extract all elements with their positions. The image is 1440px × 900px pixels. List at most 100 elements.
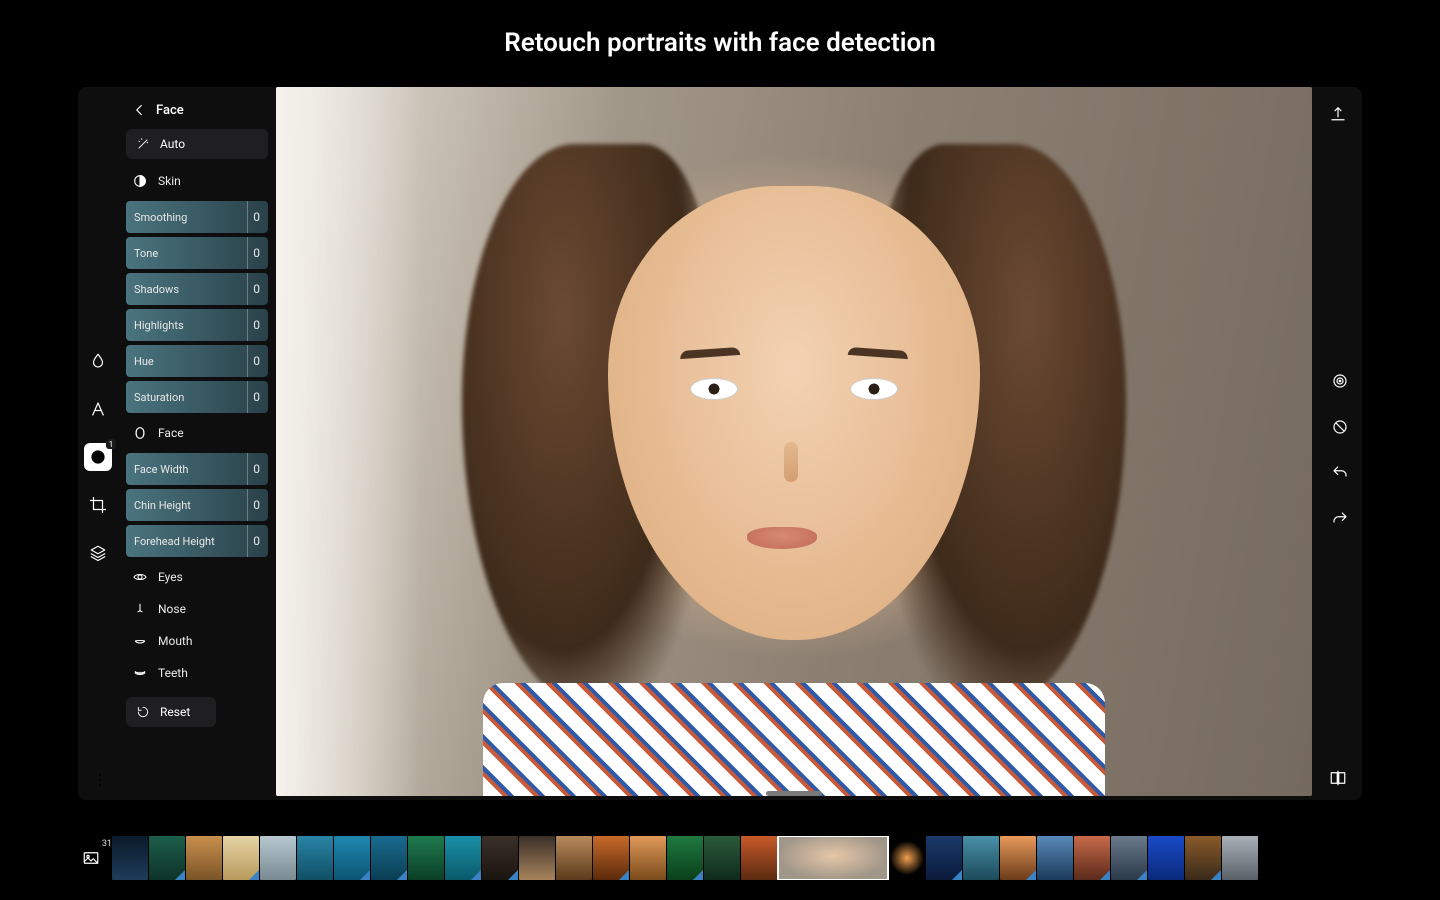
edited-indicator-icon bbox=[397, 870, 407, 880]
compare-icon bbox=[1329, 769, 1347, 787]
thumbnail[interactable] bbox=[667, 836, 703, 880]
section-mouth[interactable]: Mouth bbox=[126, 625, 268, 657]
tool-target[interactable] bbox=[1328, 369, 1352, 393]
slider-label: Chin Height bbox=[134, 499, 191, 512]
thumbnail[interactable] bbox=[482, 836, 518, 880]
filmstrip: 31 bbox=[78, 834, 1362, 882]
slider-value: 0 bbox=[253, 534, 260, 548]
left-tool-rail: 1 bbox=[78, 347, 118, 567]
edited-indicator-icon bbox=[175, 870, 185, 880]
thumbnail[interactable] bbox=[778, 836, 888, 880]
skin-slider-smoothing[interactable]: Smoothing0 bbox=[126, 201, 268, 233]
thumbnail[interactable] bbox=[926, 836, 962, 880]
skin-slider-shadows[interactable]: Shadows0 bbox=[126, 273, 268, 305]
reset-button[interactable]: Reset bbox=[126, 697, 216, 727]
image-icon bbox=[82, 849, 100, 867]
edited-indicator-icon bbox=[360, 870, 370, 880]
thumbnail[interactable] bbox=[593, 836, 629, 880]
section-face-label: Face bbox=[158, 426, 184, 440]
slider-value: 0 bbox=[253, 390, 260, 404]
skin-slider-tone[interactable]: Tone0 bbox=[126, 237, 268, 269]
thumbnail[interactable] bbox=[519, 836, 555, 880]
face-slider-face-width[interactable]: Face Width0 bbox=[126, 453, 268, 485]
auto-button[interactable]: Auto bbox=[126, 129, 268, 159]
thumbnail[interactable] bbox=[297, 836, 333, 880]
face-slider-forehead-height[interactable]: Forehead Height0 bbox=[126, 525, 268, 557]
section-face[interactable]: Face bbox=[126, 417, 268, 449]
thumbnail[interactable] bbox=[112, 836, 148, 880]
thumbnail[interactable] bbox=[1185, 836, 1221, 880]
library-button[interactable]: 31 bbox=[78, 845, 104, 871]
auto-label: Auto bbox=[160, 137, 185, 151]
thumbnail[interactable] bbox=[556, 836, 592, 880]
teeth-icon bbox=[132, 665, 148, 681]
export-button[interactable] bbox=[1326, 101, 1350, 125]
edited-indicator-icon bbox=[952, 870, 962, 880]
tool-heal[interactable] bbox=[1328, 415, 1352, 439]
thumbnail[interactable] bbox=[371, 836, 407, 880]
right-tool-rail bbox=[1320, 369, 1360, 531]
skin-slider-hue[interactable]: Hue0 bbox=[126, 345, 268, 377]
thumbnail[interactable] bbox=[408, 836, 444, 880]
thumbnail[interactable] bbox=[1074, 836, 1110, 880]
thumbnail[interactable] bbox=[741, 836, 777, 880]
canvas-resize-handle[interactable] bbox=[766, 791, 822, 796]
import-button[interactable] bbox=[86, 101, 110, 125]
section-eyes[interactable]: Eyes bbox=[126, 561, 268, 593]
face-count-badge: 1 bbox=[106, 439, 116, 449]
face-slider-chin-height[interactable]: Chin Height0 bbox=[126, 489, 268, 521]
thumbnail[interactable] bbox=[1222, 836, 1258, 880]
eyes-icon bbox=[132, 569, 148, 585]
download-icon bbox=[89, 104, 107, 122]
thumbnail[interactable] bbox=[630, 836, 666, 880]
nav-face[interactable]: 1 bbox=[84, 443, 112, 471]
slider-value: 0 bbox=[253, 246, 260, 260]
thumbnail[interactable] bbox=[149, 836, 185, 880]
edited-indicator-icon bbox=[471, 870, 481, 880]
slider-label: Hue bbox=[134, 355, 154, 368]
thumbnail[interactable] bbox=[334, 836, 370, 880]
magic-wand-icon bbox=[136, 137, 150, 151]
panel-title: Face bbox=[156, 103, 184, 118]
image-canvas[interactable] bbox=[276, 87, 1312, 796]
tool-undo[interactable] bbox=[1328, 461, 1352, 485]
nav-adjust[interactable] bbox=[84, 347, 112, 375]
thumbnail[interactable] bbox=[889, 836, 925, 880]
skin-slider-saturation[interactable]: Saturation0 bbox=[126, 381, 268, 413]
thumbnail[interactable] bbox=[1111, 836, 1147, 880]
nav-text[interactable] bbox=[84, 395, 112, 423]
panel-back[interactable]: Face bbox=[126, 95, 268, 129]
more-button[interactable] bbox=[88, 768, 112, 792]
thumbnail[interactable] bbox=[445, 836, 481, 880]
nav-crop[interactable] bbox=[84, 491, 112, 519]
compare-button[interactable] bbox=[1326, 766, 1350, 790]
thumbnail[interactable] bbox=[1037, 836, 1073, 880]
slider-label: Shadows bbox=[134, 283, 179, 296]
reset-icon bbox=[136, 705, 150, 719]
thumbnail[interactable] bbox=[260, 836, 296, 880]
undo-icon bbox=[1331, 464, 1349, 482]
droplet-icon bbox=[89, 352, 107, 370]
thumbnail[interactable] bbox=[1000, 836, 1036, 880]
layers-icon bbox=[89, 544, 107, 562]
thumbnail[interactable] bbox=[963, 836, 999, 880]
thumbnail[interactable] bbox=[223, 836, 259, 880]
edited-indicator-icon bbox=[1100, 870, 1110, 880]
text-a-icon bbox=[89, 400, 107, 418]
skin-slider-highlights[interactable]: Highlights0 bbox=[126, 309, 268, 341]
thumbnail-strip[interactable] bbox=[112, 836, 1362, 880]
face-panel: Face Auto Skin Smoothing0Tone0Shadows0Hi… bbox=[126, 95, 268, 796]
thumbnail[interactable] bbox=[1148, 836, 1184, 880]
thumbnail[interactable] bbox=[186, 836, 222, 880]
section-skin[interactable]: Skin bbox=[126, 165, 268, 197]
section-nose[interactable]: Nose bbox=[126, 593, 268, 625]
nav-layers[interactable] bbox=[84, 539, 112, 567]
thumbnail[interactable] bbox=[704, 836, 740, 880]
editor-window: 1 Face Auto Skin Smoothing0Tone0Shadows0… bbox=[78, 87, 1362, 800]
crop-icon bbox=[89, 496, 107, 514]
tool-redo[interactable] bbox=[1328, 507, 1352, 531]
section-teeth-label: Teeth bbox=[158, 666, 188, 680]
section-teeth[interactable]: Teeth bbox=[126, 657, 268, 689]
target-icon bbox=[1331, 372, 1349, 390]
face-icon bbox=[89, 448, 107, 466]
